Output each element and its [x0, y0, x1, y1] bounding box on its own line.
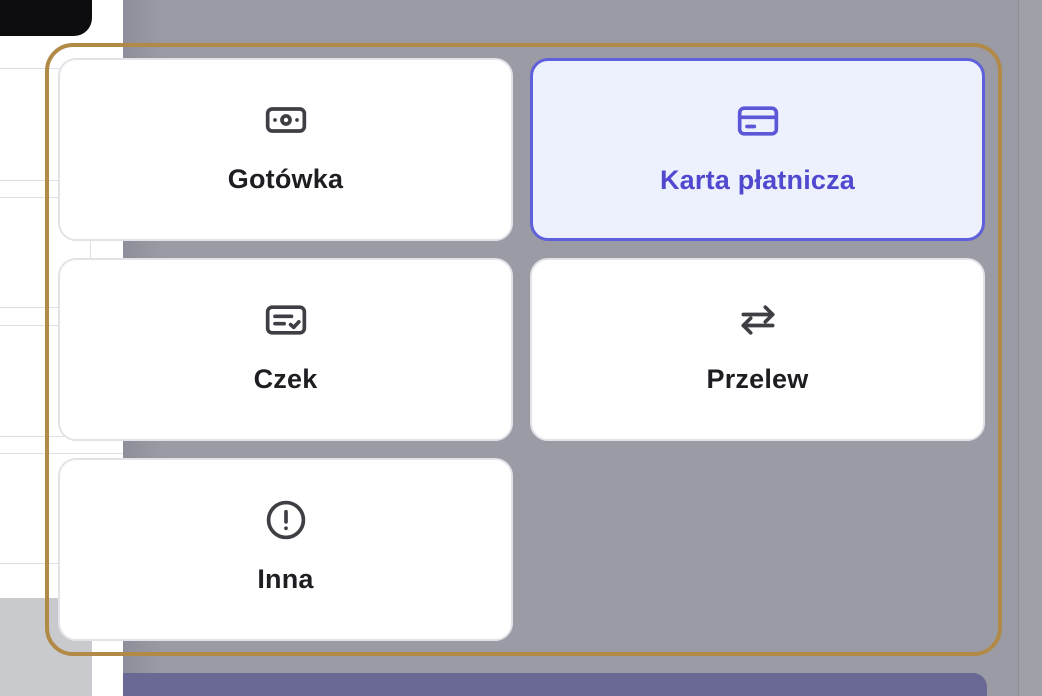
- payment-option-label: Karta płatnicza: [659, 165, 856, 195]
- payment-option-card[interactable]: Karta płatnicza: [530, 58, 985, 241]
- payment-option-label: Przelew: [706, 364, 809, 394]
- scrollbar[interactable]: [1018, 0, 1042, 696]
- payment-option-label: Inna: [257, 564, 314, 594]
- transfer-arrows-icon: [736, 298, 780, 342]
- background-header: [0, 0, 92, 36]
- payment-option-other[interactable]: Inna: [58, 458, 513, 641]
- credit-card-icon: [736, 99, 780, 143]
- payment-option-transfer[interactable]: Przelew: [530, 258, 985, 441]
- payment-option-label: Czek: [253, 364, 318, 394]
- confirm-button[interactable]: [123, 673, 987, 696]
- check-icon: [264, 298, 308, 342]
- payment-option-check[interactable]: Czek: [58, 258, 513, 441]
- payment-option-cash[interactable]: Gotówka: [58, 58, 513, 241]
- banknote-icon: [264, 98, 308, 142]
- alert-circle-icon: [264, 498, 308, 542]
- payment-option-label: Gotówka: [227, 164, 344, 194]
